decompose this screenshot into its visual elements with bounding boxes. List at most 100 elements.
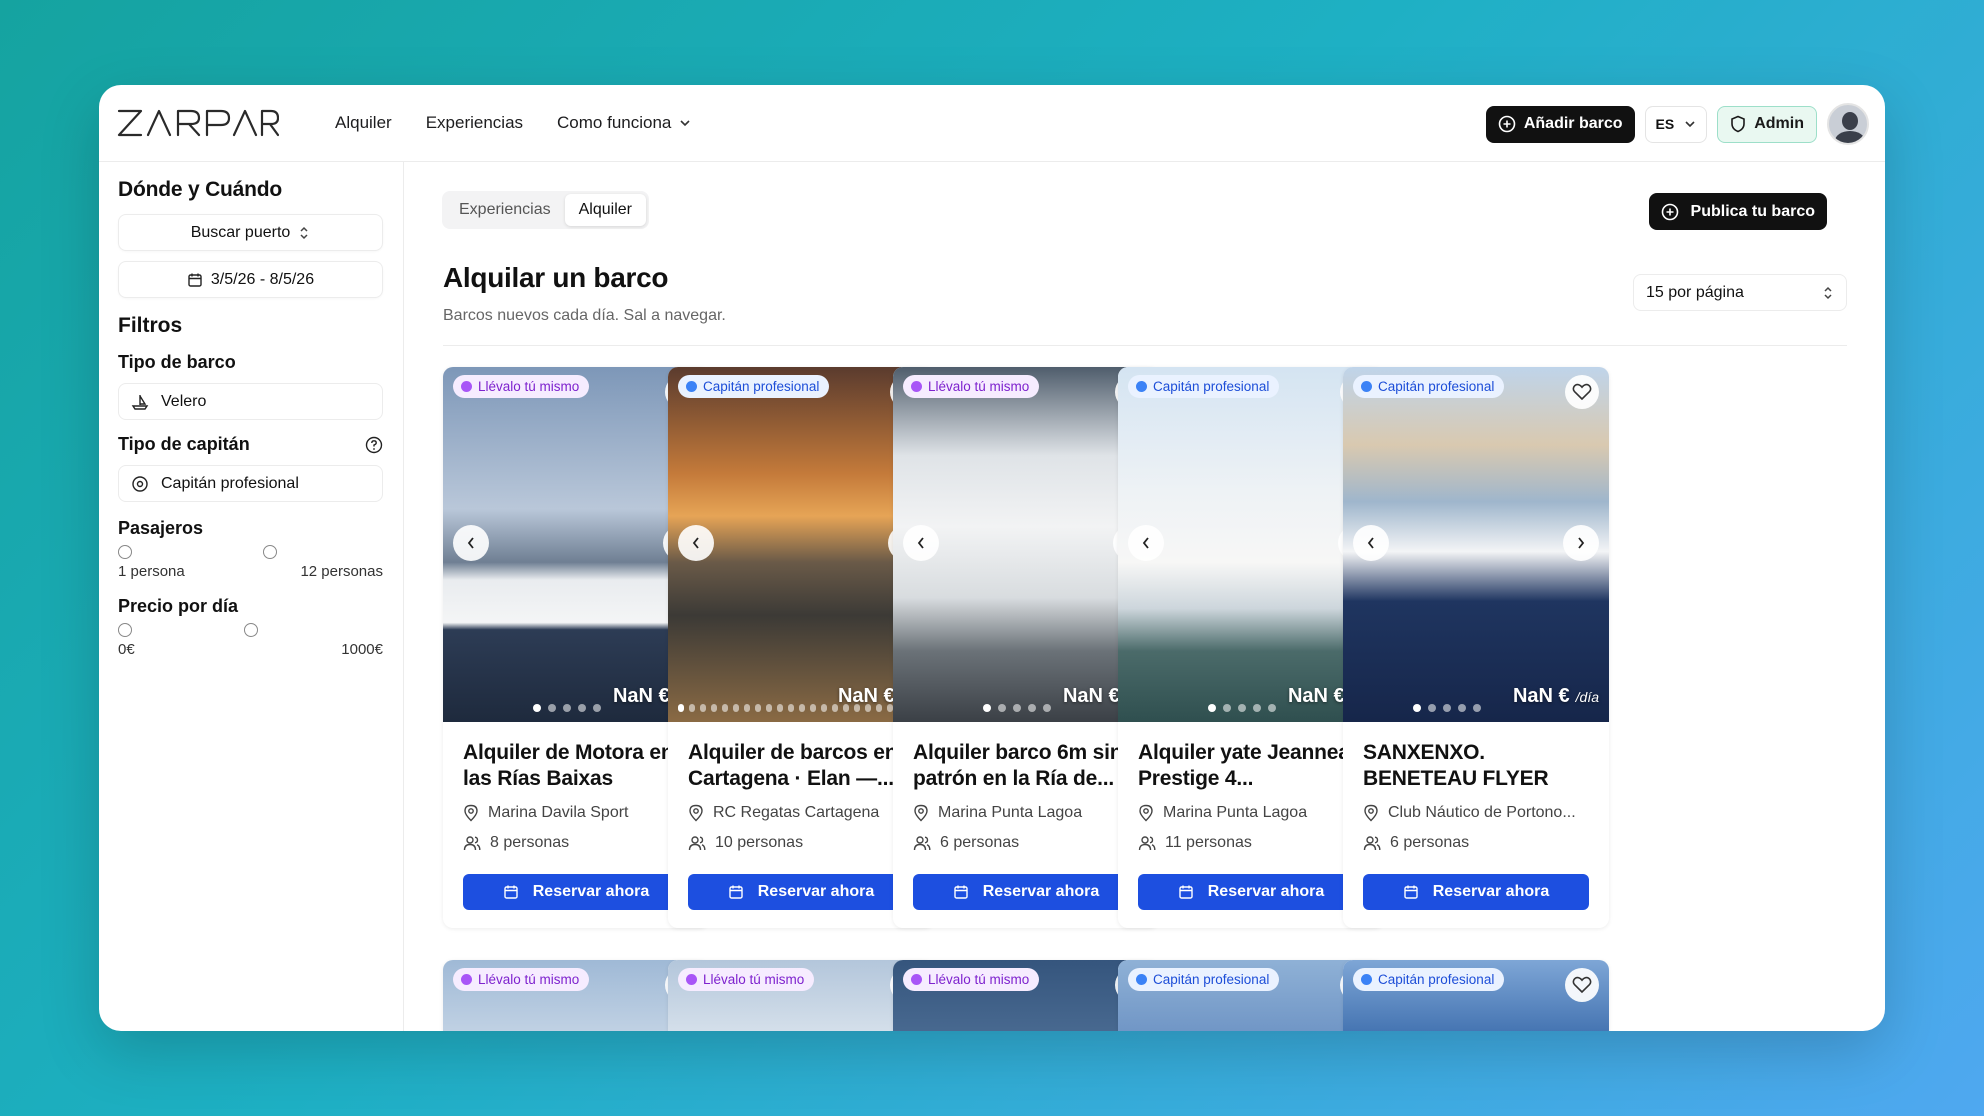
language-selector[interactable]: ES	[1644, 105, 1708, 143]
price-slider[interactable]	[118, 623, 383, 637]
reserve-button[interactable]: Reservar ahora	[913, 874, 1139, 910]
reserve-button[interactable]: Reservar ahora	[463, 874, 689, 910]
pagination-dot[interactable]	[1413, 704, 1421, 712]
date-range-picker[interactable]: 3/5/26 - 8/5/26	[118, 261, 383, 298]
pagination-dot[interactable]	[1253, 704, 1261, 712]
location-row: Marina Punta Lagoa	[1138, 804, 1364, 822]
pagination-dot[interactable]	[1223, 704, 1231, 712]
photo-pagination-dots[interactable]	[1413, 704, 1481, 712]
nav-experiencias[interactable]: Experiencias	[426, 113, 523, 133]
pagination-dot[interactable]	[1238, 704, 1246, 712]
captain-type-select[interactable]: Capitán profesional	[118, 465, 383, 502]
photo-pagination-dots[interactable]	[533, 704, 601, 712]
passengers-max-handle[interactable]	[263, 545, 277, 559]
passengers-slider[interactable]	[118, 545, 383, 559]
prev-photo-button[interactable]	[1128, 525, 1164, 561]
shield-icon	[1731, 115, 1746, 133]
zarpar-logo[interactable]	[117, 105, 285, 141]
prev-photo-button[interactable]	[678, 525, 714, 561]
pagination-dot[interactable]	[548, 704, 556, 712]
next-photo-button[interactable]	[1563, 525, 1599, 561]
boat-title[interactable]: Alquiler de Motora en las Rías Baixas	[463, 740, 689, 792]
boat-photo[interactable]: Capitán profesional NaN € /día	[1343, 367, 1609, 722]
pagination-dot[interactable]	[1268, 704, 1276, 712]
user-avatar[interactable]	[1827, 103, 1869, 145]
pagination-dot[interactable]	[766, 704, 772, 712]
pagination-dot[interactable]	[1428, 704, 1436, 712]
badge-gear-icon	[686, 381, 697, 392]
pagination-dot[interactable]	[821, 704, 827, 712]
boat-title[interactable]: SANXENXO. BENETEAU FLYER 75...	[1363, 740, 1589, 792]
pagination-dot[interactable]	[1043, 704, 1051, 712]
boat-title[interactable]: Alquiler barco 6m sin patrón en la Ría d…	[913, 740, 1139, 792]
map-pin-icon	[1139, 804, 1153, 822]
price-tag: NaN € /día	[1513, 685, 1599, 708]
port-search-select[interactable]: Buscar puerto	[118, 214, 383, 251]
price-min-handle[interactable]	[118, 623, 132, 637]
photo-pagination-dots[interactable]	[1208, 704, 1276, 712]
reserve-button[interactable]: Reservar ahora	[1138, 874, 1364, 910]
pagination-dot[interactable]	[983, 704, 991, 712]
pagination-dot[interactable]	[744, 704, 750, 712]
pagination-dot[interactable]	[799, 704, 805, 712]
prev-photo-button[interactable]	[903, 525, 939, 561]
captain-badge: Capitán profesional	[1353, 968, 1505, 991]
pagination-dot[interactable]	[755, 704, 761, 712]
reserve-button[interactable]: Reservar ahora	[688, 874, 914, 910]
pagination-dot[interactable]	[998, 704, 1006, 712]
header-divider	[443, 345, 1847, 346]
pagination-dot[interactable]	[722, 704, 728, 712]
favorite-button[interactable]	[1565, 375, 1599, 409]
nav-como-funciona[interactable]: Como funciona	[557, 113, 691, 133]
pagination-dot[interactable]	[711, 704, 717, 712]
pagination-dot[interactable]	[788, 704, 794, 712]
pagination-dot[interactable]	[1458, 704, 1466, 712]
avatar-head	[1842, 112, 1858, 130]
pagination-dot[interactable]	[689, 704, 695, 712]
pagination-dot[interactable]	[1028, 704, 1036, 712]
pagination-dot[interactable]	[1013, 704, 1021, 712]
tab-alquiler[interactable]: Alquiler	[564, 194, 646, 226]
boat-type-select[interactable]: Velero	[118, 383, 383, 420]
pagination-dot[interactable]	[1473, 704, 1481, 712]
pagination-dot[interactable]	[1208, 704, 1216, 712]
per-page-select[interactable]: 15 por página	[1633, 274, 1847, 311]
captain-badge: Llévalo tú mismo	[903, 968, 1040, 991]
price-max-handle[interactable]	[244, 623, 258, 637]
pagination-dot[interactable]	[1443, 704, 1451, 712]
pagination-dot[interactable]	[578, 704, 586, 712]
nav-alquiler[interactable]: Alquiler	[335, 113, 392, 133]
page-title: Alquilar un barco	[443, 262, 669, 293]
prev-photo-button[interactable]	[1353, 525, 1389, 561]
tab-experiencias[interactable]: Experiencias	[445, 194, 565, 226]
map-pin-icon	[1364, 804, 1378, 822]
boat-card[interactable]: Capitán profesional	[1343, 960, 1609, 1031]
users-icon	[688, 836, 706, 851]
photo-pagination-dots[interactable]	[983, 704, 1051, 712]
pagination-dot[interactable]	[533, 704, 541, 712]
prev-photo-button[interactable]	[453, 525, 489, 561]
pagination-dot[interactable]	[593, 704, 601, 712]
pagination-dot[interactable]	[678, 704, 684, 712]
pagination-dot[interactable]	[777, 704, 783, 712]
captain-badge-label: Llévalo tú mismo	[928, 379, 1030, 394]
pagination-dot[interactable]	[563, 704, 571, 712]
publish-boat-button[interactable]: Publica tu barco	[1648, 193, 1827, 230]
passengers-min-handle[interactable]	[118, 545, 132, 559]
boat-title[interactable]: Alquiler de barcos en Cartagena · Elan —…	[688, 740, 914, 792]
pagination-dot[interactable]	[733, 704, 739, 712]
language-value: ES	[1655, 116, 1675, 132]
add-boat-button[interactable]: Añadir barco	[1485, 105, 1635, 143]
reserve-button[interactable]: Reservar ahora	[1363, 874, 1589, 910]
pagination-dot[interactable]	[700, 704, 706, 712]
boat-title[interactable]: Alquiler yate Jeanneau Prestige 4...	[1138, 740, 1364, 792]
badge-gear-icon	[461, 381, 472, 392]
help-circle-icon[interactable]	[365, 436, 383, 454]
sailboat-icon	[131, 394, 149, 410]
boat-photo[interactable]: Capitán profesional	[1343, 960, 1609, 1031]
price-amount: NaN €	[612, 685, 670, 707]
pagination-dot[interactable]	[810, 704, 816, 712]
favorite-button[interactable]	[1565, 968, 1599, 1002]
admin-button[interactable]: Admin	[1717, 105, 1817, 143]
boat-card[interactable]: Capitán profesional NaN € /día SANXENXO.…	[1343, 367, 1609, 928]
